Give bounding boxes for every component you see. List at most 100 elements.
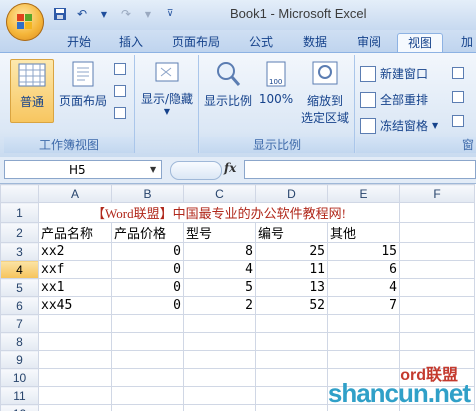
row-header[interactable]: 2 [0,222,39,243]
column-header[interactable]: C [183,184,256,203]
normal-view-button[interactable]: 普通 [10,59,54,123]
cell[interactable] [183,368,256,387]
zoom-100-button[interactable]: 100 100% [256,59,296,121]
tab-view[interactable]: 视图 [397,33,443,53]
new-window-button[interactable]: 新建窗口 [360,65,428,82]
cell[interactable]: 4 [327,278,400,297]
formula-bar-resize-handle[interactable] [170,161,222,180]
unhide-window-icon[interactable] [452,115,464,127]
cell[interactable] [255,386,328,405]
cell[interactable]: xx1 [38,278,112,297]
row-header[interactable]: 10 [0,368,39,387]
select-all-corner[interactable] [0,184,39,203]
cell[interactable] [399,332,475,351]
cell[interactable]: 5 [183,278,256,297]
cell[interactable] [38,386,112,405]
cell[interactable] [38,314,112,333]
tab-page-layout[interactable]: 页面布局 [166,33,226,52]
cell[interactable] [255,368,328,387]
split-icon[interactable] [452,67,464,79]
row-header[interactable]: 9 [0,350,39,369]
tab-review[interactable]: 审阅 [348,33,390,52]
arrange-all-button[interactable]: 全部重排 [360,91,428,108]
chevron-down-icon[interactable]: ▼ [96,6,112,22]
cell[interactable] [111,350,184,369]
page-break-preview-icon[interactable] [114,63,126,75]
cell[interactable] [111,404,184,411]
cell[interactable] [38,404,112,411]
cell[interactable] [38,350,112,369]
custom-views-icon[interactable] [114,85,126,97]
column-header[interactable]: F [399,184,475,203]
office-button[interactable] [6,3,44,41]
cell[interactable]: xxf [38,260,112,279]
cell[interactable] [399,242,475,261]
cell[interactable] [327,314,400,333]
insert-function-icon[interactable]: fx [224,161,236,175]
row-header[interactable]: 12 [0,404,39,411]
cell[interactable]: xx2 [38,242,112,261]
row-header[interactable]: 5 [0,278,39,297]
cell[interactable]: 0 [111,278,184,297]
tab-data[interactable]: 数据 [294,33,336,52]
chevron-down-icon[interactable]: ▼ [150,165,156,174]
cell[interactable] [255,314,328,333]
cell[interactable]: 6 [327,260,400,279]
cell[interactable] [111,368,184,387]
cell[interactable] [38,332,112,351]
title-cell[interactable]: 【Word联盟】中国最专业的办公软件教程网! [38,202,400,223]
chevron-down-icon[interactable]: ▼ [140,6,156,22]
cell[interactable] [111,314,184,333]
freeze-panes-button[interactable]: 冻结窗格 ▼ [360,117,438,134]
save-icon[interactable] [52,6,68,22]
column-header[interactable]: D [255,184,328,203]
header-cell[interactable]: 编号 [255,222,328,243]
cell[interactable]: 0 [111,296,184,315]
cell[interactable] [327,332,400,351]
tab-insert[interactable]: 插入 [110,33,152,52]
column-header[interactable]: B [111,184,184,203]
cell[interactable] [399,222,475,243]
cell[interactable]: 25 [255,242,328,261]
row-header[interactable]: 4 [0,260,39,279]
cell[interactable] [255,404,328,411]
row-header[interactable]: 1 [0,202,39,223]
cell[interactable] [255,350,328,369]
cell[interactable]: 7 [327,296,400,315]
cell[interactable] [255,332,328,351]
cell[interactable] [111,386,184,405]
zoom-button[interactable]: 显示比例 [202,59,254,121]
full-screen-icon[interactable] [114,107,126,119]
header-cell[interactable]: 产品名称 [38,222,112,243]
cell[interactable] [111,332,184,351]
cell[interactable] [399,296,475,315]
cell[interactable]: 13 [255,278,328,297]
header-cell[interactable]: 其他 [327,222,400,243]
cell[interactable] [327,350,400,369]
tab-formulas[interactable]: 公式 [240,33,282,52]
cell[interactable]: 4 [183,260,256,279]
customize-qat-icon[interactable]: ⊽ [162,6,178,22]
row-header[interactable]: 8 [0,332,39,351]
cell[interactable] [399,314,475,333]
cell[interactable] [399,260,475,279]
cell[interactable]: 0 [111,242,184,261]
tab-addins[interactable]: 加 [452,33,476,52]
undo-icon[interactable]: ↶ [74,6,90,22]
row-header[interactable]: 7 [0,314,39,333]
cell[interactable] [183,332,256,351]
cell[interactable] [399,202,475,223]
cell[interactable] [183,404,256,411]
show-hide-button[interactable]: 显示/隐藏 ▼ [138,59,196,133]
tab-home[interactable]: 开始 [58,33,100,52]
cell[interactable] [183,386,256,405]
redo-icon[interactable]: ↷ [118,6,134,22]
zoom-to-selection-button[interactable]: 缩放到 选定区域 [298,59,352,135]
page-layout-view-button[interactable]: 页面布局 [56,59,110,121]
cell[interactable]: 11 [255,260,328,279]
cell[interactable] [183,350,256,369]
cell[interactable] [38,368,112,387]
cell[interactable] [399,278,475,297]
cell[interactable]: 2 [183,296,256,315]
header-cell[interactable]: 产品价格 [111,222,184,243]
